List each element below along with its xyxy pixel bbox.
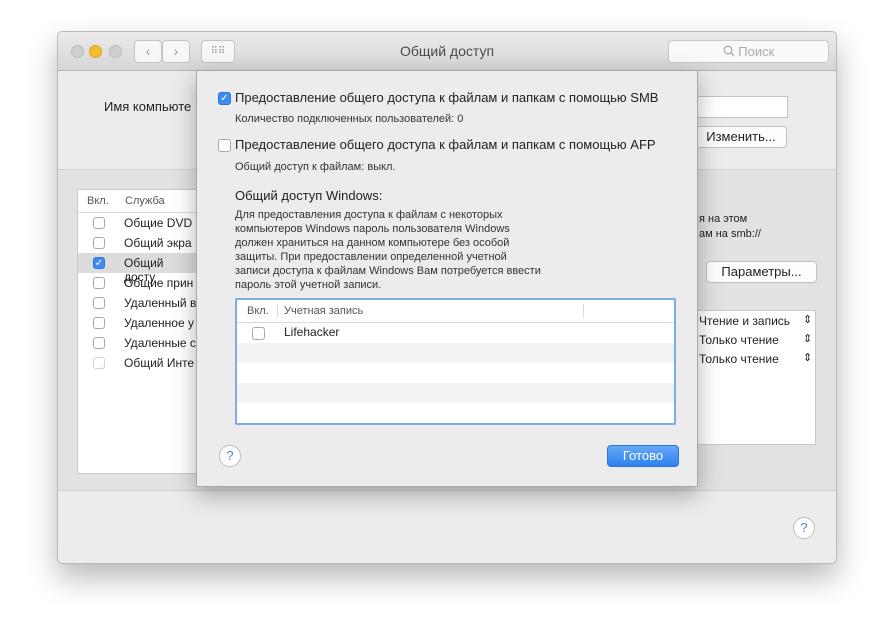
smb-users-count: Количество подключенных пользователей: 0 [235, 113, 464, 125]
description-line: Для предоставления доступа к файлам с не… [235, 209, 503, 221]
service-label: Удаленное у [124, 316, 194, 330]
title-bar: ‹ › ⠿⠿ Общий доступ Поиск [58, 32, 836, 71]
checkmark-icon: ✓ [94, 258, 104, 269]
services-header-service: Служба [125, 195, 165, 207]
windows-sharing-title: Общий доступ Windows: [235, 188, 383, 203]
help-button[interactable]: ? [793, 517, 815, 539]
empty-row [237, 403, 674, 423]
search-field[interactable]: Поиск [668, 40, 829, 63]
description-line: записи доступа к файлам Windows Вам потр… [235, 265, 541, 277]
empty-row [237, 343, 674, 363]
service-row[interactable]: Общий экра [78, 233, 198, 253]
service-label: Общий экра [124, 236, 192, 250]
smb-option-label[interactable]: Предоставление общего доступа к файлам и… [235, 90, 658, 105]
permission-value[interactable]: Чтение и запись [699, 314, 790, 328]
search-placeholder: Поиск [738, 44, 775, 59]
parameters-button[interactable]: Параметры... [706, 261, 817, 283]
change-button[interactable]: Изменить... [695, 126, 787, 148]
help-icon: ? [800, 520, 808, 535]
service-label: Общие DVD [124, 216, 193, 230]
service-checkbox-checked[interactable]: ✓ [93, 257, 105, 269]
service-checkbox[interactable] [93, 237, 105, 249]
updown-icon[interactable]: ⇕ [803, 313, 812, 326]
services-list: Вкл. Служба Общие DVD Общий экра ✓ Общий… [77, 189, 199, 474]
description-line: пароль этой учетной записи. [235, 279, 382, 291]
services-header-on: Вкл. [87, 195, 109, 207]
afp-status: Общий доступ к файлам: выкл. [235, 161, 396, 173]
afp-checkbox[interactable] [218, 139, 231, 152]
column-divider [583, 304, 584, 318]
updown-icon[interactable]: ⇕ [803, 332, 812, 345]
account-name: Lifehacker [284, 325, 340, 339]
service-checkbox[interactable] [93, 217, 105, 229]
account-row[interactable]: Lifehacker [237, 323, 674, 343]
permissions-list: Чтение и запись ⇕ Только чтение ⇕ Только… [692, 310, 816, 445]
help-icon: ? [226, 448, 234, 463]
description-line: компьютеров Windows пароль пользователя … [235, 223, 510, 235]
search-icon [723, 45, 735, 57]
service-row[interactable]: Удаленные с [78, 333, 198, 353]
accounts-table: Вкл. Учетная запись Lifehacker [235, 298, 676, 425]
service-label: Удаленный в [124, 296, 197, 310]
service-checkbox[interactable] [93, 317, 105, 329]
empty-row [237, 363, 674, 383]
description-line: должен храниться на данном компьютере бе… [235, 237, 510, 249]
service-row[interactable]: Удаленное у [78, 313, 198, 333]
checkmark-icon: ✓ [220, 93, 229, 104]
info-text-line2: ам на smb:// [699, 228, 761, 240]
service-label: Удаленные с [124, 336, 196, 350]
windows-sharing-description: Для предоставления доступа к файлам с не… [235, 208, 565, 292]
permission-value[interactable]: Только чтение [699, 333, 779, 347]
sheet-help-button[interactable]: ? [219, 445, 241, 467]
updown-icon[interactable]: ⇕ [803, 351, 812, 364]
service-row[interactable]: Удаленный в [78, 293, 198, 313]
accounts-header-on: Вкл. [247, 305, 269, 317]
service-row[interactable]: Общие прин [78, 273, 198, 293]
permission-value[interactable]: Только чтение [699, 352, 779, 366]
description-line: защиты. При предоставлении определенной … [235, 251, 507, 263]
afp-option-label[interactable]: Предоставление общего доступа к файлам и… [235, 137, 656, 152]
account-checkbox[interactable] [252, 327, 265, 340]
column-divider [277, 304, 278, 318]
service-label: Общие прин [124, 276, 194, 290]
computer-name-label: Имя компьюте [104, 99, 192, 114]
service-checkbox[interactable] [93, 357, 105, 369]
computer-name-field[interactable] [696, 96, 788, 118]
accounts-header-account: Учетная запись [284, 305, 364, 317]
service-row[interactable]: Общие DVD [78, 213, 198, 233]
service-checkbox[interactable] [93, 277, 105, 289]
service-label: Общий Инте [124, 356, 195, 370]
info-text-line1: я на этом [699, 213, 748, 225]
done-button[interactable]: Готово [607, 445, 679, 467]
service-checkbox[interactable] [93, 337, 105, 349]
empty-row [237, 383, 674, 403]
service-row[interactable]: Общий Инте [78, 353, 198, 373]
smb-checkbox[interactable]: ✓ [218, 92, 231, 105]
file-sharing-options-sheet: ✓ Предоставление общего доступа к файлам… [196, 70, 698, 487]
service-checkbox[interactable] [93, 297, 105, 309]
service-row-selected[interactable]: ✓ Общий досту [78, 253, 198, 284]
